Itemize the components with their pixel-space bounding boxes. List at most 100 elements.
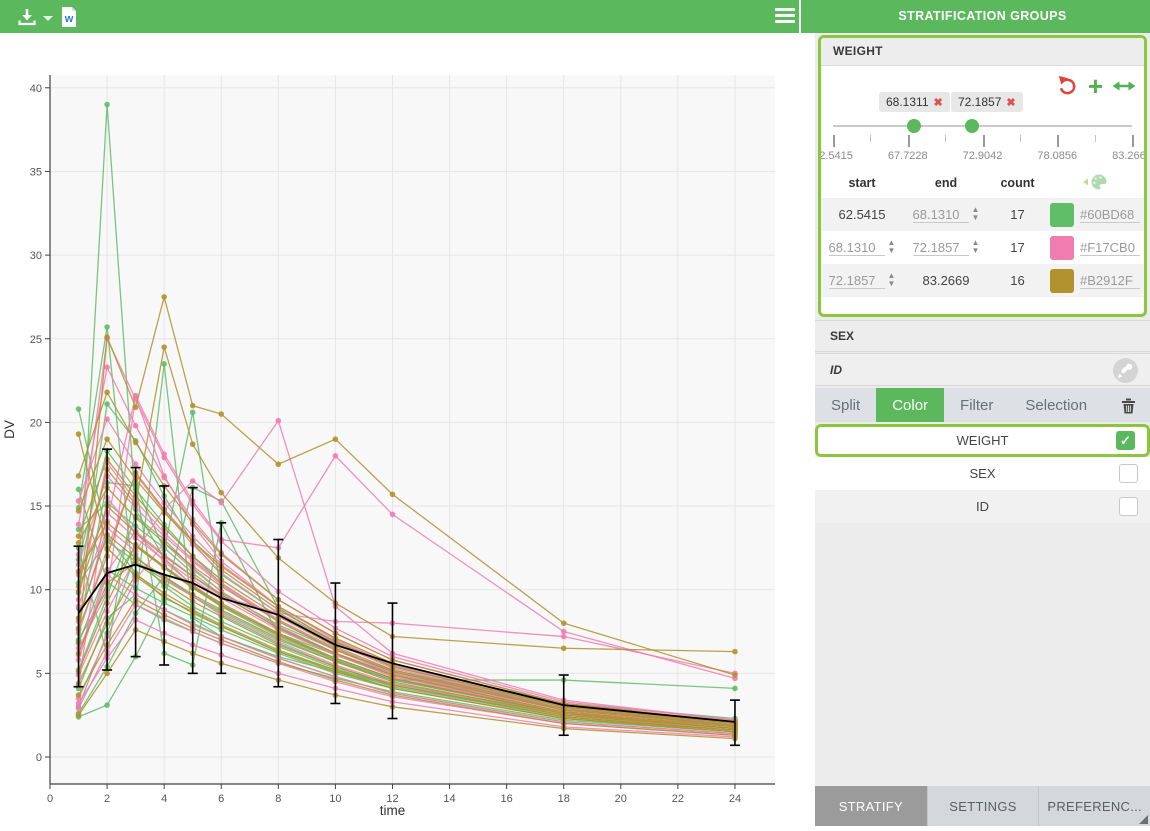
data-point[interactable] xyxy=(76,712,82,718)
data-point[interactable] xyxy=(104,416,110,422)
data-point[interactable] xyxy=(390,492,396,498)
data-point[interactable] xyxy=(561,620,567,626)
data-point[interactable] xyxy=(190,441,196,447)
data-point[interactable] xyxy=(76,692,82,698)
data-point[interactable] xyxy=(161,344,167,350)
spinner-arrows[interactable]: ▲▼ xyxy=(972,207,980,223)
data-point[interactable] xyxy=(76,498,82,504)
bottom-tab-settings[interactable]: SETTINGS xyxy=(927,786,1039,826)
start-cell-value[interactable]: 72.1857 xyxy=(829,273,885,289)
data-point[interactable] xyxy=(333,436,339,442)
data-point[interactable] xyxy=(76,473,82,479)
data-point[interactable] xyxy=(276,418,282,424)
trash-icon[interactable] xyxy=(1121,388,1150,422)
expand-range-button[interactable] xyxy=(1112,76,1136,96)
data-point[interactable] xyxy=(561,634,567,640)
data-point[interactable] xyxy=(161,361,167,367)
data-point[interactable] xyxy=(76,701,82,707)
data-point[interactable] xyxy=(76,522,82,528)
slider-track[interactable] xyxy=(833,125,1132,127)
data-point[interactable] xyxy=(76,706,82,712)
data-point[interactable] xyxy=(218,411,224,417)
section-id[interactable]: ID xyxy=(815,353,1150,386)
data-point[interactable] xyxy=(133,423,139,429)
end-cell-value[interactable]: 72.1857 xyxy=(913,240,969,256)
data-point[interactable] xyxy=(732,672,738,678)
break-chip[interactable]: 68.1311✖ xyxy=(879,92,950,112)
reset-button[interactable] xyxy=(1056,74,1079,97)
data-point[interactable] xyxy=(732,686,738,692)
data-point[interactable] xyxy=(104,102,110,108)
data-point[interactable] xyxy=(76,406,82,412)
color-hex-input[interactable]: #F17CB0 xyxy=(1080,240,1140,256)
data-point[interactable] xyxy=(390,512,396,518)
section-sex[interactable]: SEX xyxy=(815,320,1150,352)
data-point[interactable] xyxy=(161,475,167,481)
data-point[interactable] xyxy=(190,403,196,409)
data-point[interactable] xyxy=(732,649,738,655)
dv-time-plot[interactable]: 0246810121416182022240510152025303540tim… xyxy=(0,33,815,826)
color-swatch[interactable] xyxy=(1050,236,1074,260)
data-point[interactable] xyxy=(104,334,110,340)
slider-handle[interactable] xyxy=(907,119,921,133)
data-point[interactable] xyxy=(161,451,167,457)
data-point[interactable] xyxy=(133,440,139,446)
remove-break-icon[interactable]: ✖ xyxy=(1006,97,1015,109)
mode-tab-split[interactable]: Split xyxy=(815,388,876,422)
data-point[interactable] xyxy=(104,401,110,407)
data-point[interactable] xyxy=(133,405,139,411)
variable-row-weight[interactable]: WEIGHT✓ xyxy=(815,424,1150,457)
bottom-tab-preferenc[interactable]: PREFERENC... xyxy=(1038,786,1150,826)
bottom-tab-stratify[interactable]: STRATIFY xyxy=(815,786,927,826)
eyedropper-icon[interactable] xyxy=(1113,358,1138,383)
data-point[interactable] xyxy=(218,500,224,506)
end-cell-value[interactable]: 68.1310 xyxy=(913,207,969,223)
mode-tab-color[interactable]: Color xyxy=(876,388,944,422)
download-button[interactable] xyxy=(16,4,53,29)
data-point[interactable] xyxy=(161,294,167,300)
data-point[interactable] xyxy=(104,702,110,708)
variable-checkbox[interactable] xyxy=(1119,464,1138,483)
slider-handle[interactable] xyxy=(965,119,979,133)
data-point[interactable] xyxy=(104,364,110,370)
data-point[interactable] xyxy=(218,490,224,496)
data-point[interactable] xyxy=(333,453,339,459)
data-point[interactable] xyxy=(133,461,139,467)
data-point[interactable] xyxy=(561,629,567,635)
weight-range-slider[interactable] xyxy=(821,116,1144,136)
data-point[interactable] xyxy=(104,436,110,442)
color-hex-input[interactable]: #B2912F xyxy=(1080,273,1140,289)
data-point[interactable] xyxy=(76,508,82,514)
color-swatch[interactable] xyxy=(1050,203,1074,227)
data-point[interactable] xyxy=(276,461,282,467)
data-point[interactable] xyxy=(76,431,82,437)
word-export-button[interactable]: w xyxy=(60,4,78,29)
data-point[interactable] xyxy=(561,645,567,651)
data-point[interactable] xyxy=(104,671,110,677)
mode-tab-filter[interactable]: Filter xyxy=(944,388,1009,422)
data-point[interactable] xyxy=(190,478,196,484)
color-hex-input[interactable]: #60BD68 xyxy=(1080,207,1140,223)
data-point[interactable] xyxy=(104,324,110,330)
add-break-button[interactable]: + xyxy=(1088,76,1103,96)
color-swatch[interactable] xyxy=(1050,269,1074,293)
data-point[interactable] xyxy=(190,410,196,416)
break-chip[interactable]: 72.1857✖ xyxy=(951,92,1023,112)
spinner-arrows[interactable]: ▲▼ xyxy=(972,240,980,256)
start-cell-value[interactable]: 68.1310 xyxy=(829,240,885,256)
palette-icon[interactable] xyxy=(1082,173,1108,191)
data-point[interactable] xyxy=(76,487,82,493)
mode-tab-selection[interactable]: Selection xyxy=(1009,388,1103,422)
variable-checkbox[interactable]: ✓ xyxy=(1116,431,1135,450)
spinner-arrows[interactable]: ▲▼ xyxy=(888,240,896,256)
menu-button[interactable] xyxy=(775,8,795,25)
variable-row-id[interactable]: ID xyxy=(815,490,1150,523)
data-point[interactable] xyxy=(104,389,110,395)
data-point[interactable] xyxy=(76,540,82,546)
variable-row-sex[interactable]: SEX xyxy=(815,457,1150,490)
data-point[interactable] xyxy=(76,533,82,539)
spinner-arrows[interactable]: ▲▼ xyxy=(888,273,896,289)
resize-grip[interactable] xyxy=(1139,815,1148,824)
variable-checkbox[interactable] xyxy=(1119,497,1138,516)
remove-break-icon[interactable]: ✖ xyxy=(934,97,943,109)
